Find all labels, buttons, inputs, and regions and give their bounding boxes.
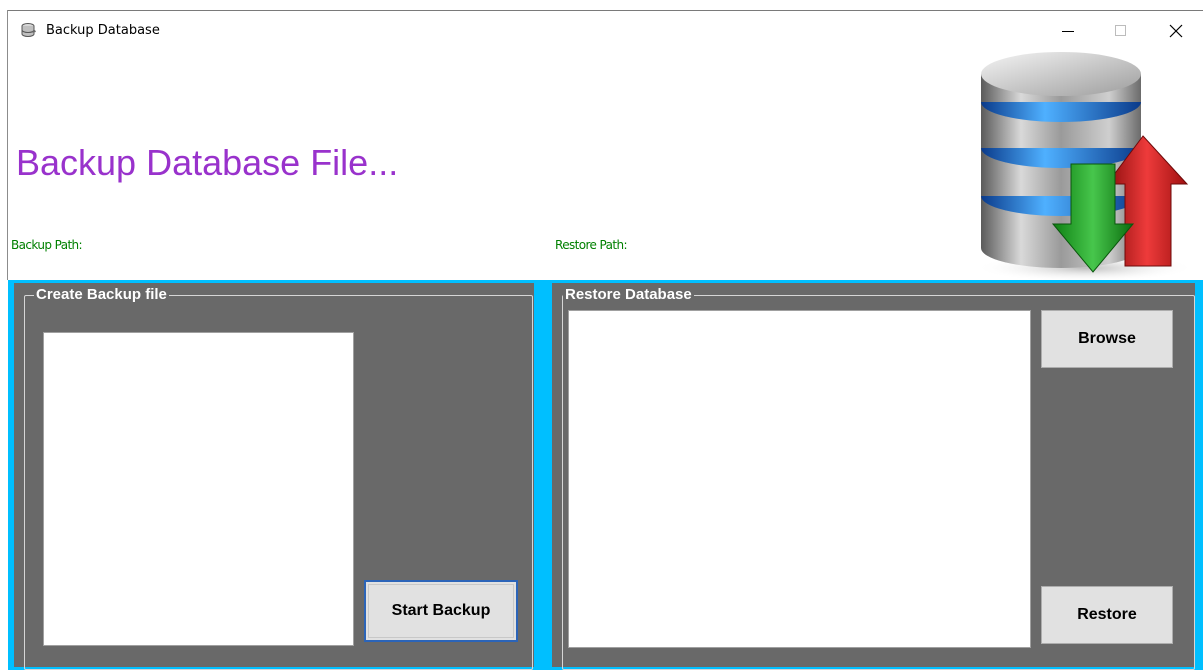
- page-title: Backup Database File...: [16, 142, 399, 183]
- start-backup-button[interactable]: Start Backup: [364, 580, 518, 642]
- browse-button[interactable]: Browse: [1041, 310, 1173, 368]
- restore-button[interactable]: Restore: [1041, 586, 1173, 644]
- maximize-icon: [1115, 25, 1126, 36]
- title-bar[interactable]: Backup Database: [8, 11, 1203, 51]
- backup-file-list[interactable]: [43, 332, 354, 646]
- database-backup-restore-icon: [975, 52, 1195, 282]
- start-backup-label: Start Backup: [391, 602, 491, 619]
- window-title: Backup Database: [46, 23, 160, 38]
- create-backup-group-title: Create Backup file: [34, 286, 169, 303]
- close-button[interactable]: [1153, 11, 1199, 51]
- restore-label: Restore: [1077, 606, 1137, 623]
- restore-database-group-title: Restore Database: [563, 286, 694, 303]
- minimize-icon: [1062, 31, 1074, 32]
- database-tool-icon: [19, 22, 37, 40]
- restore-path-label: Restore Path:: [555, 238, 628, 252]
- backup-path-label: Backup Path:: [11, 238, 83, 252]
- maximize-button[interactable]: [1098, 11, 1144, 51]
- close-icon: [1169, 24, 1183, 38]
- minimize-button[interactable]: [1045, 11, 1091, 51]
- restore-file-list[interactable]: [568, 310, 1031, 648]
- browse-label: Browse: [1078, 330, 1136, 347]
- backup-database-window: Backup Database Backup Database File... …: [0, 0, 1203, 670]
